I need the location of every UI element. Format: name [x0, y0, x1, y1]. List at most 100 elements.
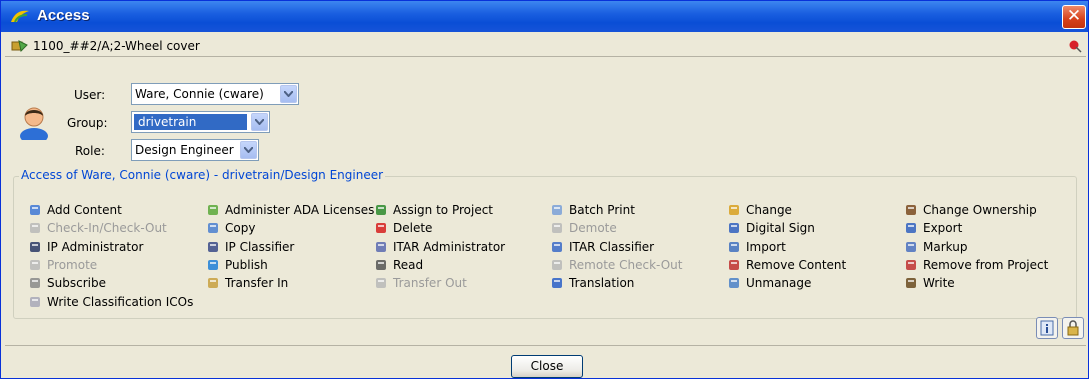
subscribe-icon: [28, 276, 42, 290]
permission-publish: Publish: [206, 257, 268, 273]
title-bar[interactable]: Access ✕: [1, 1, 1088, 32]
role-select-value: Design Engineer: [135, 143, 234, 157]
group-label: Group:: [67, 116, 108, 130]
permission-write-classification-icos: Write Classification ICOs: [28, 294, 193, 310]
permission-change: Change: [727, 202, 792, 218]
permission-label: Unmanage: [746, 276, 812, 291]
permission-transfer-out: Transfer Out: [374, 275, 467, 291]
itar-classifier-icon: [550, 240, 564, 254]
permission-label: Batch Print: [569, 203, 635, 217]
footer-separator: [5, 345, 1086, 346]
permission-remove-from-project: Remove from Project: [904, 257, 1048, 273]
permission-label: Export: [923, 221, 963, 236]
lock-button[interactable]: [1062, 317, 1084, 339]
digital-sign-icon: [727, 221, 741, 235]
part-icon: [11, 40, 28, 53]
permission-write: Write: [904, 275, 955, 291]
import-icon: [727, 240, 741, 254]
permission-label: ITAR Administrator: [393, 239, 506, 254]
info-icon: [1040, 320, 1054, 336]
user-label: User:: [74, 88, 106, 102]
printer-icon: [550, 203, 564, 217]
change-key-icon: [727, 203, 741, 217]
ip-admin-icon: [28, 240, 42, 254]
permission-remove-content: Remove Content: [727, 257, 846, 273]
permission-markup: Markup: [904, 239, 967, 255]
user-avatar-icon: [20, 107, 48, 140]
permission-label: Read: [393, 257, 424, 272]
permission-label: Change Ownership: [923, 203, 1037, 217]
permission-label: Remove Content: [746, 257, 847, 272]
ip-classifier-icon: [206, 240, 220, 254]
permission-demote: Demote: [550, 220, 617, 236]
user-select-value: Ware, Connie (cware): [135, 87, 264, 101]
transfer-in-icon: [206, 276, 220, 290]
permission-translation: Translation: [550, 275, 634, 291]
demote-icon: [550, 221, 564, 235]
permission-label: Assign to Project: [393, 203, 494, 217]
permission-delete: Delete: [374, 220, 432, 236]
permission-label: Remove from Project: [923, 257, 1049, 272]
permission-subscribe: Subscribe: [28, 275, 106, 291]
pin-icon[interactable]: [1068, 39, 1082, 53]
permission-promote: Promote: [28, 257, 97, 273]
permission-label: Delete: [393, 221, 433, 236]
translation-icon: [550, 276, 564, 290]
permission-import: Import: [727, 239, 786, 255]
permission-read: Read: [374, 257, 423, 273]
role-label: Role:: [75, 144, 105, 158]
lock-icon: [1067, 320, 1079, 336]
close-button[interactable]: Close: [511, 355, 583, 378]
promote-icon: [28, 258, 42, 272]
permission-label: Copy: [225, 221, 256, 236]
ownership-icon: [904, 203, 918, 217]
remove-content-icon: [727, 258, 741, 272]
object-label: 1100_##2/A;2-Wheel cover: [33, 39, 200, 53]
delete-icon: [374, 221, 388, 235]
permission-label: Transfer In: [225, 276, 289, 291]
permission-check-in-check-out: Check-In/Check-Out: [28, 220, 167, 236]
permission-remote-check-out: Remote Check-Out: [550, 257, 682, 273]
permission-label: Add Content: [47, 203, 122, 217]
permission-assign-to-project: Assign to Project: [374, 202, 493, 218]
transfer-out-icon: [374, 276, 388, 290]
permission-label: Write: [923, 276, 955, 291]
chevron-down-icon[interactable]: [280, 85, 297, 103]
chevron-down-icon[interactable]: [251, 113, 268, 131]
export-icon: [904, 221, 918, 235]
permission-label: Write Classification ICOs: [47, 294, 194, 309]
app-logo-icon: [11, 10, 29, 23]
flag-icon: [374, 203, 388, 217]
permission-copy: Copy: [206, 220, 255, 236]
permission-label: IP Administrator: [47, 239, 144, 254]
info-button[interactable]: [1036, 317, 1058, 339]
permission-label: ITAR Classifier: [569, 239, 655, 254]
object-header: 1100_##2/A;2-Wheel cover: [5, 36, 1086, 57]
permission-export: Export: [904, 220, 962, 236]
unmanage-icon: [727, 276, 741, 290]
permission-change-ownership: Change Ownership: [904, 202, 1037, 218]
role-select[interactable]: Design Engineer: [131, 139, 259, 161]
remove-project-icon: [904, 258, 918, 272]
permission-label: Remote Check-Out: [569, 257, 683, 272]
permission-label: Subscribe: [47, 276, 106, 291]
permission-label: Check-In/Check-Out: [47, 221, 167, 236]
permission-label: Demote: [569, 221, 617, 236]
window-close-button[interactable]: ✕: [1062, 5, 1086, 29]
permission-unmanage: Unmanage: [727, 275, 811, 291]
permission-transfer-in: Transfer In: [206, 275, 288, 291]
permission-label: Import: [746, 239, 786, 254]
chevron-down-icon[interactable]: [240, 141, 257, 159]
group-select[interactable]: drivetrain: [131, 111, 270, 133]
permission-label: Publish: [225, 257, 268, 272]
markup-icon: [904, 240, 918, 254]
copy-icon: [206, 221, 220, 235]
permission-label: Administer ADA Licenses: [225, 203, 375, 217]
checkin-icon: [28, 221, 42, 235]
user-select[interactable]: Ware, Connie (cware): [131, 83, 299, 105]
glasses-icon: [374, 258, 388, 272]
remote-checkout-icon: [550, 258, 564, 272]
permission-ip-administrator: IP Administrator: [28, 239, 143, 255]
pencil-icon: [904, 276, 918, 290]
permission-label: Transfer Out: [393, 276, 467, 291]
